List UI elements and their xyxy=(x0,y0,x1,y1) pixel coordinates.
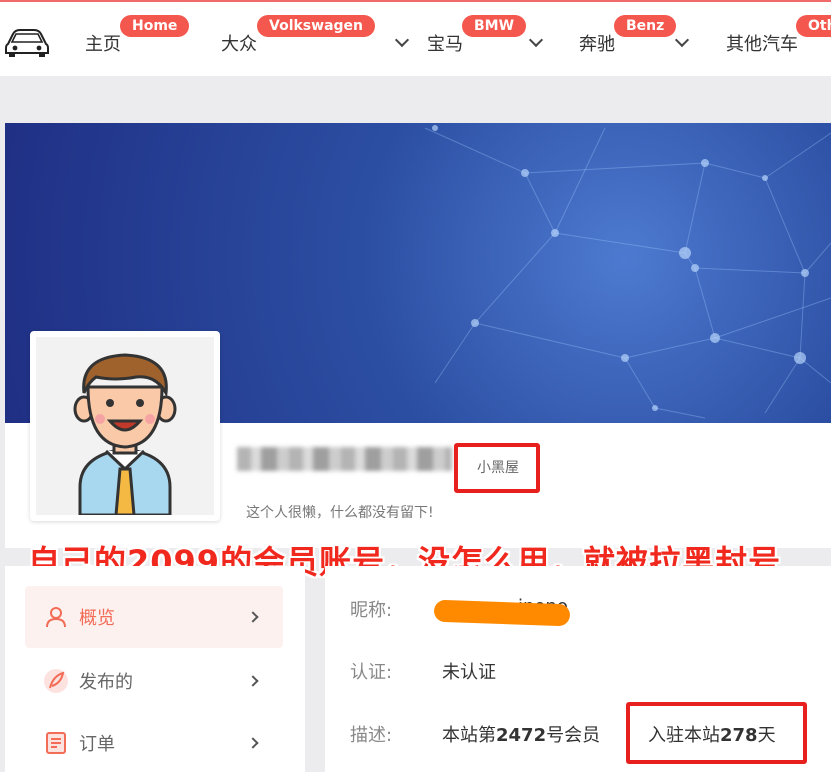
top-navigation-bar: 主页 Home 大众 Volkswagen 宝马 BMW 奔驰 Benz 其他汽… xyxy=(0,0,831,76)
description-label: 描述: xyxy=(350,725,393,746)
sidebar-item-label: 发布的 xyxy=(79,672,133,693)
highlight-box xyxy=(626,702,807,764)
nav-badge: Oth xyxy=(796,15,831,37)
nickname-redaction-scribble xyxy=(433,599,571,627)
nickname-label: 昵称: xyxy=(350,600,393,621)
sidebar-item-orders[interactable]: 订单 xyxy=(25,712,283,772)
nav-item-other-cars[interactable]: 其他汽车 xyxy=(726,30,798,56)
nav-badge: Volkswagen xyxy=(257,15,375,37)
chevron-right-icon xyxy=(247,737,259,749)
feather-icon xyxy=(43,668,69,694)
sidebar-item-label: 概览 xyxy=(79,608,115,629)
nav-item-label: 主页 xyxy=(85,34,121,55)
sidebar: 概览 发布的 订单 xyxy=(5,566,305,772)
auth-value: 未认证 xyxy=(442,662,496,683)
nav-badge: BMW xyxy=(462,15,527,37)
avatar[interactable] xyxy=(30,331,220,521)
member-number-value: 2472 xyxy=(496,725,547,746)
chevron-down-icon xyxy=(394,32,410,48)
nav-item-label: 奔驰 xyxy=(579,34,615,55)
nav-item-label: 大众 xyxy=(221,34,257,55)
chevron-down-icon xyxy=(674,32,690,48)
nav-item-home[interactable]: 主页 xyxy=(85,30,121,56)
nav-item-label: 其他汽车 xyxy=(726,34,798,55)
avatar-image xyxy=(36,337,214,517)
member-suffix: 号会员 xyxy=(546,725,601,746)
user-avatar-icon xyxy=(73,353,177,517)
car-logo-icon[interactable] xyxy=(4,24,50,58)
nav-badge: Home xyxy=(120,15,190,37)
sidebar-item-published[interactable]: 发布的 xyxy=(25,650,283,712)
nav-badge: Benz xyxy=(614,15,677,37)
user-bio: 这个人很懒，什么都没有留下! xyxy=(246,505,434,521)
chevron-down-icon xyxy=(528,32,544,48)
highlight-box xyxy=(454,443,540,493)
username-redacted xyxy=(237,447,452,471)
sidebar-item-overview[interactable]: 概览 xyxy=(25,586,283,648)
nav-item-label: 宝马 xyxy=(427,34,463,55)
chevron-right-icon xyxy=(247,675,259,687)
user-icon xyxy=(43,604,69,630)
member-prefix: 本站第 xyxy=(442,725,496,746)
member-number: 本站第2472号会员 xyxy=(442,721,600,747)
document-icon xyxy=(43,730,69,756)
sidebar-item-label: 订单 xyxy=(79,734,115,755)
chevron-right-icon xyxy=(247,611,259,623)
auth-label: 认证: xyxy=(350,662,393,683)
